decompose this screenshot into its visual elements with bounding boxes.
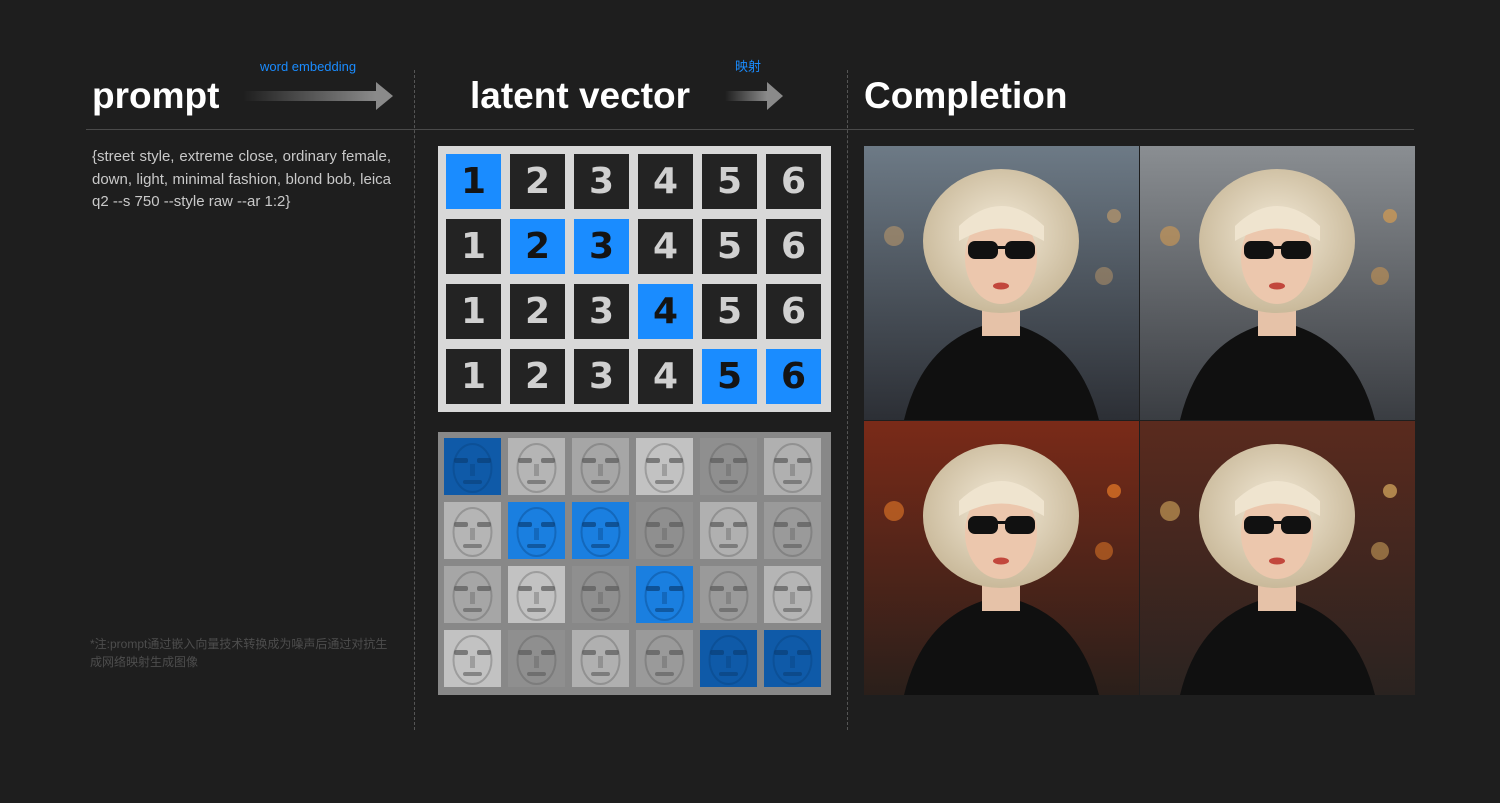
latent-face-cell: [572, 502, 629, 559]
portrait-photo: [1140, 421, 1415, 695]
completion-image: [1140, 146, 1415, 420]
face-icon: [700, 566, 757, 623]
arrow-icon: [725, 82, 783, 110]
arrow-icon: [243, 82, 393, 110]
latent-face-cell: [700, 438, 757, 495]
mapping-label: 映射: [735, 59, 762, 74]
face-icon: [700, 502, 757, 559]
latent-face-cell: [444, 630, 501, 687]
latent-face-cell: [508, 502, 565, 559]
face-icon: [764, 502, 821, 559]
latent-face-cell: [444, 502, 501, 559]
latent-cell: 2: [510, 219, 565, 274]
completion-image: [1140, 421, 1415, 695]
latent-cell: 6: [766, 349, 821, 404]
latent-cell: 2: [510, 284, 565, 339]
latent-cell: 1: [446, 219, 501, 274]
latent-face-cell: [700, 630, 757, 687]
face-icon: [508, 566, 565, 623]
latent-cell: 3: [574, 284, 629, 339]
completion-image: [864, 421, 1139, 695]
latent-face-cell: [764, 502, 821, 559]
column-divider: [847, 70, 848, 730]
latent-face-grid: [438, 432, 831, 695]
latent-face-cell: [764, 438, 821, 495]
face-icon: [508, 630, 565, 687]
latent-face-cell: [700, 502, 757, 559]
latent-cell: 5: [702, 284, 757, 339]
latent-cell: 6: [766, 154, 821, 209]
face-icon: [444, 438, 501, 495]
face-icon: [700, 438, 757, 495]
latent-face-cell: [764, 566, 821, 623]
latent-cell: 5: [702, 349, 757, 404]
latent-cell: 5: [702, 219, 757, 274]
face-icon: [572, 502, 629, 559]
latent-cell: 4: [638, 284, 693, 339]
latent-cell: 4: [638, 154, 693, 209]
face-icon: [764, 566, 821, 623]
footnote: *注:prompt通过嵌入向量技术转换成为噪声后通过对抗生成网络映射生成图像: [90, 637, 388, 669]
prompt-text: {street style, extreme close, ordinary f…: [92, 148, 391, 210]
latent-cell: 2: [510, 349, 565, 404]
face-icon: [700, 630, 757, 687]
face-icon: [636, 566, 693, 623]
latent-number-grid: 123456123456123456123456: [438, 146, 831, 412]
latent-face-cell: [764, 630, 821, 687]
face-icon: [636, 630, 693, 687]
latent-cell: 6: [766, 284, 821, 339]
face-icon: [636, 502, 693, 559]
face-icon: [572, 630, 629, 687]
face-icon: [444, 566, 501, 623]
latent-face-cell: [700, 566, 757, 623]
latent-cell: 3: [574, 154, 629, 209]
latent-face-cell: [636, 630, 693, 687]
face-icon: [572, 566, 629, 623]
latent-face-cell: [444, 438, 501, 495]
header-divider: [86, 129, 1414, 130]
latent-vector-heading: latent vector: [470, 75, 691, 116]
latent-cell: 4: [638, 349, 693, 404]
latent-cell: 1: [446, 154, 501, 209]
latent-face-cell: [508, 630, 565, 687]
latent-face-cell: [508, 438, 565, 495]
latent-face-cell: [444, 566, 501, 623]
latent-face-cell: [572, 566, 629, 623]
latent-cell: 4: [638, 219, 693, 274]
portrait-photo: [864, 146, 1139, 420]
portrait-photo: [864, 421, 1139, 695]
word-embedding-label: word embedding: [260, 59, 357, 74]
column-divider: [414, 70, 415, 730]
latent-cell: 2: [510, 154, 565, 209]
latent-cell: 3: [574, 219, 629, 274]
latent-face-cell: [572, 630, 629, 687]
completion-heading: Completion: [864, 75, 1068, 116]
face-icon: [764, 438, 821, 495]
latent-face-cell: [636, 566, 693, 623]
face-icon: [508, 438, 565, 495]
face-icon: [764, 630, 821, 687]
face-icon: [636, 438, 693, 495]
latent-face-cell: [572, 438, 629, 495]
completion-image: [864, 146, 1139, 420]
latent-cell: 1: [446, 284, 501, 339]
latent-face-cell: [508, 566, 565, 623]
latent-cell: 6: [766, 219, 821, 274]
face-icon: [444, 502, 501, 559]
prompt-heading: prompt: [92, 75, 220, 116]
latent-face-cell: [636, 502, 693, 559]
latent-cell: 1: [446, 349, 501, 404]
latent-cell: 5: [702, 154, 757, 209]
latent-cell: 3: [574, 349, 629, 404]
face-icon: [508, 502, 565, 559]
face-icon: [572, 438, 629, 495]
face-icon: [444, 630, 501, 687]
portrait-photo: [1140, 146, 1415, 420]
latent-face-cell: [636, 438, 693, 495]
